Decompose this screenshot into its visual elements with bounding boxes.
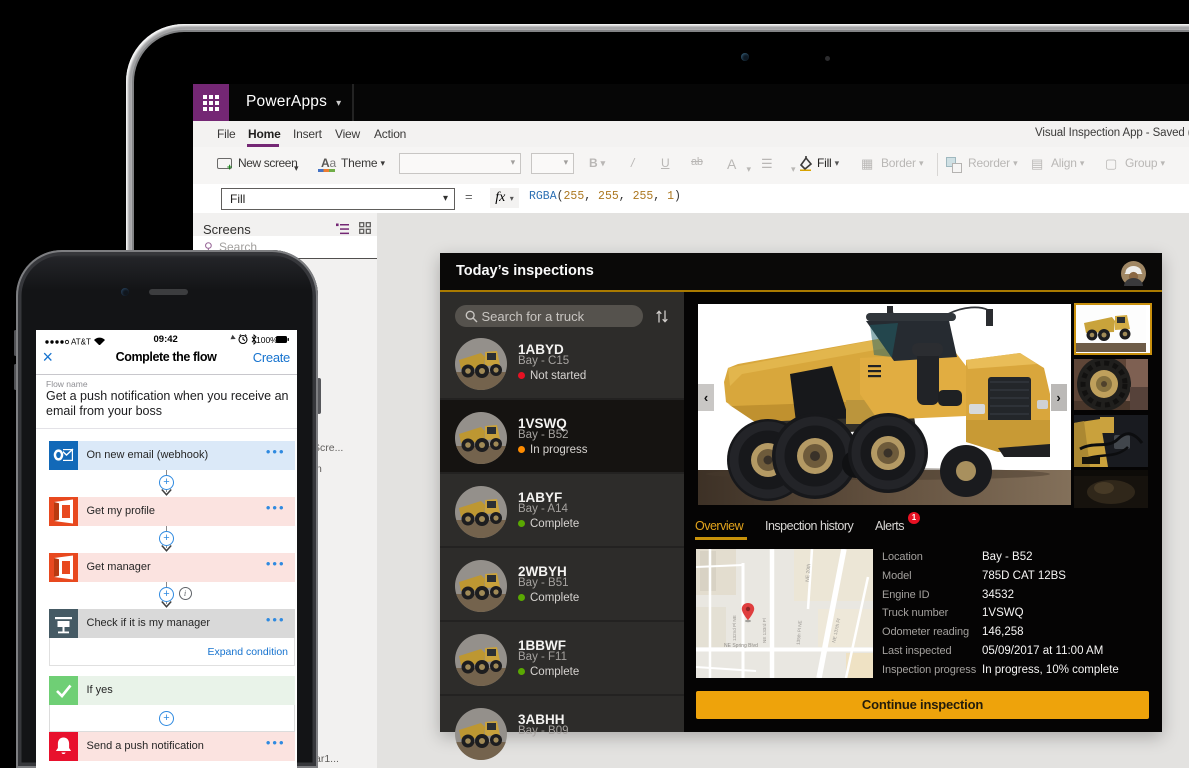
svg-text:100%: 100% [256,335,278,345]
svg-text:132nd Pl NE: 132nd Pl NE [732,615,737,641]
svg-text:NE Spring Blvd: NE Spring Blvd [724,643,758,649]
svg-text:AT&T: AT&T [71,338,91,346]
svg-text:NE 133rd Pl: NE 133rd Pl [762,618,767,643]
